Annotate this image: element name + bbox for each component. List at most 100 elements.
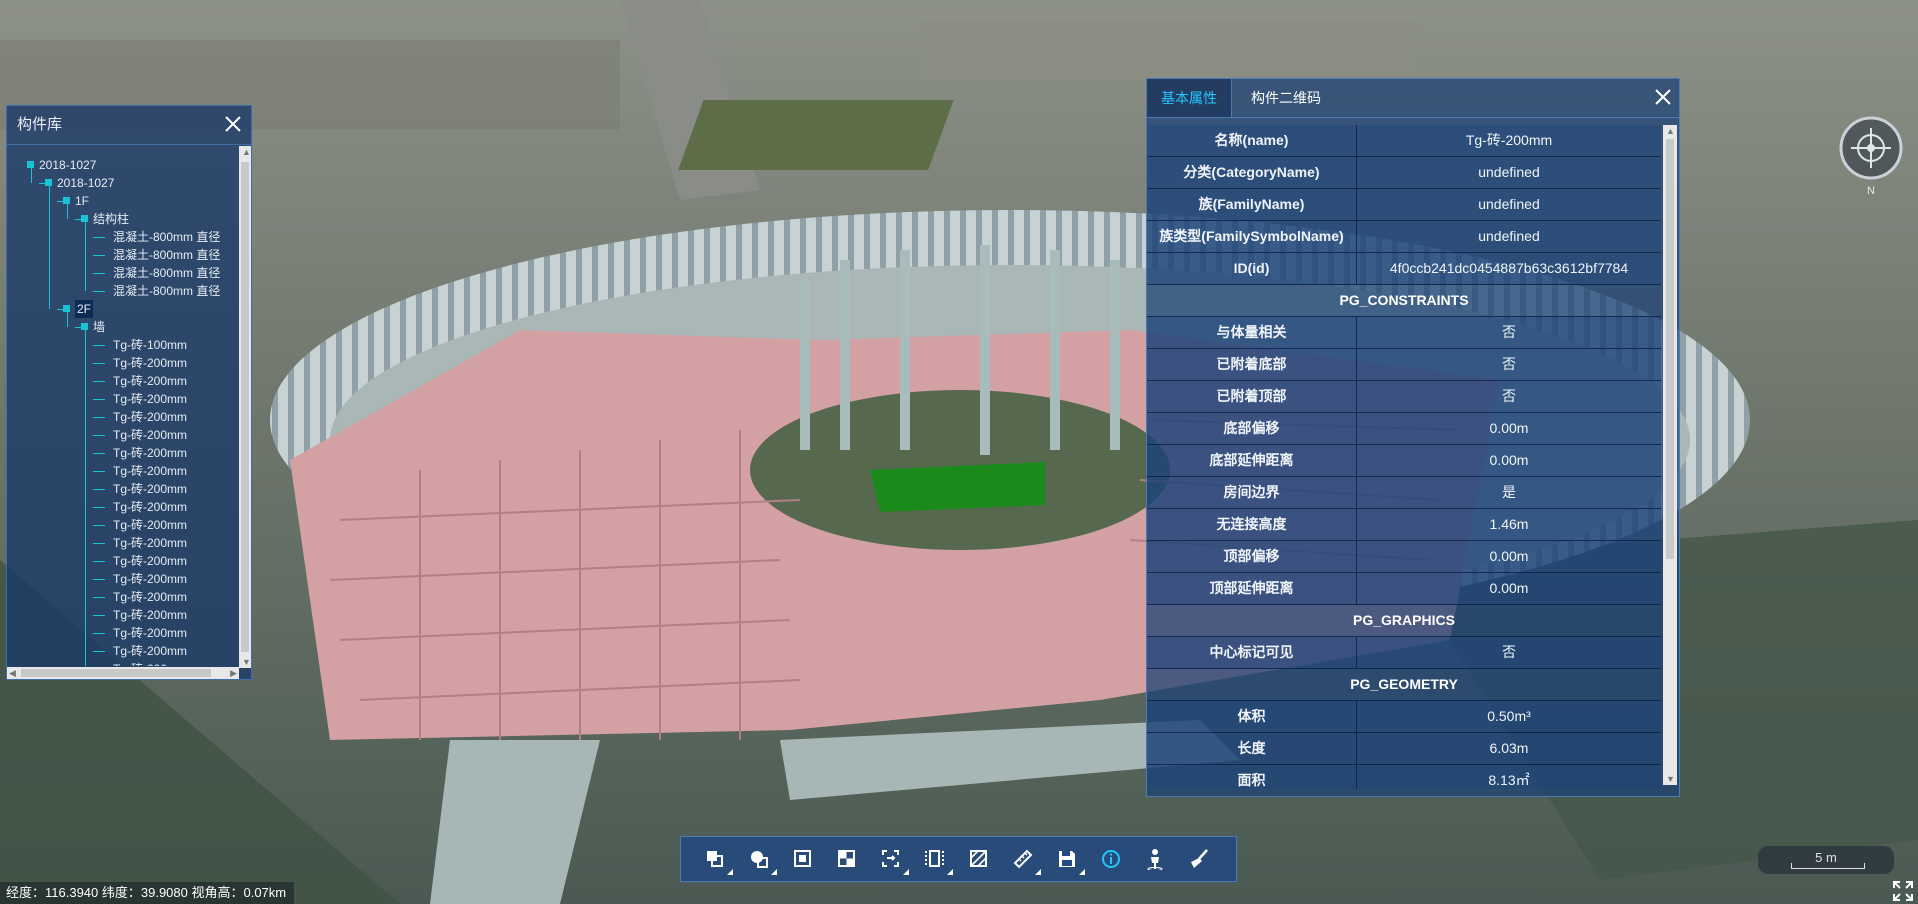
scrollbar-thumb[interactable] — [21, 669, 211, 677]
collapse-toggle-icon[interactable] — [81, 323, 88, 330]
brush-button[interactable] — [1177, 841, 1221, 877]
collapse-toggle-icon[interactable] — [63, 197, 70, 204]
city-block — [920, 20, 1420, 80]
close-icon[interactable] — [223, 114, 243, 134]
close-icon[interactable] — [1653, 87, 1673, 107]
tree-connector — [93, 597, 105, 598]
swap-frame-button[interactable] — [869, 841, 913, 877]
tree-item[interactable]: Tg-砖-100mm — [113, 336, 187, 354]
tree-item[interactable]: Tg-砖-200mm — [113, 642, 187, 660]
collapse-toggle-icon[interactable] — [63, 305, 70, 312]
property-key: 已附着顶部 — [1147, 381, 1357, 412]
save-button[interactable] — [1045, 841, 1089, 877]
tree-item[interactable]: 混凝土-800mm 直径 — [113, 246, 220, 264]
tree-connector — [93, 579, 105, 580]
ruler-button[interactable] — [1001, 841, 1045, 877]
person-button[interactable] — [1133, 841, 1177, 877]
property-row: 底部偏移 0.00m — [1147, 413, 1661, 445]
dropdown-corner-icon[interactable] — [1079, 869, 1085, 875]
tree-item[interactable]: Tg-砖-200mm — [113, 606, 187, 624]
property-key: 底部延伸距离 — [1147, 445, 1357, 476]
tab-component-qrcode[interactable]: 构件二维码 — [1231, 79, 1341, 117]
tree-item[interactable]: Tg-砖-200mm — [113, 390, 187, 408]
tree-item[interactable]: 1F — [75, 192, 89, 210]
scrollbar-thumb[interactable] — [1666, 139, 1674, 559]
compass-icon[interactable]: N — [1836, 116, 1906, 196]
tree-item[interactable]: 2018-1027 — [57, 174, 114, 192]
tree-item[interactable]: Tg-砖-200mm — [113, 372, 187, 390]
tree-item[interactable]: 混凝土-800mm 直径 — [113, 282, 220, 300]
tree-item[interactable]: Tg-砖-200mm — [113, 588, 187, 606]
tree-item[interactable]: Tg-砖-200mm — [113, 444, 187, 462]
checker-button[interactable] — [825, 841, 869, 877]
fullscreen-icon[interactable] — [1892, 880, 1914, 902]
property-value: 否 — [1502, 388, 1516, 404]
tree-item[interactable]: Tg-砖-200mm — [113, 426, 187, 444]
scroll-right-icon[interactable]: ▶ — [230, 668, 237, 679]
dropdown-corner-icon[interactable] — [903, 869, 909, 875]
property-row: ID(id) 4f0ccb241dc0454887b63c3612bf7784 — [1147, 253, 1661, 285]
shapes-circle-button[interactable] — [737, 841, 781, 877]
property-key: 中心标记可见 — [1147, 637, 1357, 668]
collapse-toggle-icon[interactable] — [81, 215, 88, 222]
tree-item[interactable]: 混凝土-800mm 直径 — [113, 264, 220, 282]
property-key: 已附着底部 — [1147, 349, 1357, 380]
section-box-icon — [925, 850, 944, 867]
vertical-scrollbar[interactable]: ▲ ▼ — [1663, 125, 1677, 785]
shapes-circle-icon — [751, 851, 768, 868]
tree-item[interactable]: Tg-砖-200mm — [113, 480, 187, 498]
tree-item[interactable]: Tg-砖-200mm — [113, 354, 187, 372]
tree-item[interactable]: Tg-砖-200mm — [113, 570, 187, 588]
selected-wall[interactable] — [870, 462, 1045, 512]
scroll-up-icon[interactable]: ▲ — [242, 147, 251, 157]
frame-select-button[interactable] — [781, 841, 825, 877]
tab-basic-properties[interactable]: 基本属性 — [1147, 79, 1232, 117]
tree-item[interactable]: Tg-砖-200mm — [113, 624, 187, 642]
tree-guide-line — [67, 204, 68, 219]
tree-item[interactable]: Tg-砖-200mm — [113, 408, 187, 426]
tree-item[interactable]: Tg-砖-200mm — [113, 462, 187, 480]
info-button[interactable] — [1089, 841, 1133, 877]
tree-item[interactable]: Tg-砖-200mm — [113, 498, 187, 516]
tree-guide-line — [85, 222, 86, 291]
tree-item[interactable]: Tg-砖-200mm — [113, 534, 187, 552]
section-box-button[interactable] — [913, 841, 957, 877]
scroll-down-icon[interactable]: ▼ — [242, 657, 251, 667]
tree-connector — [93, 471, 105, 472]
coordinate-status: 经度：116.3940 纬度：39.9080 视角高：0.07km — [0, 882, 295, 904]
horizontal-scrollbar[interactable]: ◀ ▶ — [7, 667, 239, 679]
vertical-scrollbar[interactable]: ▲ ▼ — [239, 146, 251, 668]
dropdown-corner-icon[interactable] — [947, 869, 953, 875]
scroll-up-icon[interactable]: ▲ — [1666, 126, 1675, 136]
scroll-down-icon[interactable]: ▼ — [1666, 774, 1675, 784]
tree-item[interactable]: Tg-砖-200mm — [113, 516, 187, 534]
tree-item[interactable]: 2F — [75, 300, 94, 318]
tree-connector — [93, 363, 105, 364]
tree-item[interactable]: 结构柱 — [93, 210, 129, 228]
dropdown-corner-icon[interactable] — [771, 869, 777, 875]
dropdown-corner-icon[interactable] — [1035, 869, 1041, 875]
tree-item[interactable]: Tg-砖-200mm — [113, 660, 187, 666]
tree-item[interactable]: 2018-1027 — [39, 156, 96, 174]
property-row: 房间边界 是 — [1147, 477, 1661, 509]
section-header: PG_GRAPHICS — [1147, 605, 1661, 637]
copy-shapes-button[interactable] — [693, 841, 737, 877]
property-row: 底部延伸距离 0.00m — [1147, 445, 1661, 477]
scroll-left-icon[interactable]: ◀ — [9, 668, 16, 679]
hatch-button[interactable] — [957, 841, 1001, 877]
tree-item[interactable]: 墙 — [93, 318, 105, 336]
property-value: 0.00m — [1489, 548, 1529, 564]
dropdown-corner-icon[interactable] — [727, 869, 733, 875]
library-title: 构件库 — [7, 106, 251, 145]
collapse-toggle-icon[interactable] — [45, 179, 52, 186]
property-value: 否 — [1502, 356, 1516, 372]
scrollbar-thumb[interactable] — [241, 162, 249, 652]
property-value: 0.50m³ — [1487, 708, 1531, 724]
tree-item[interactable]: 混凝土-800mm 直径 — [113, 228, 220, 246]
tree-connector — [93, 255, 105, 256]
tree-item[interactable]: Tg-砖-200mm — [113, 552, 187, 570]
collapse-toggle-icon[interactable] — [27, 161, 34, 168]
property-key: 分类(CategoryName) — [1147, 157, 1357, 188]
property-key: 体积 — [1147, 701, 1357, 732]
property-value: 0.00m — [1489, 452, 1529, 468]
